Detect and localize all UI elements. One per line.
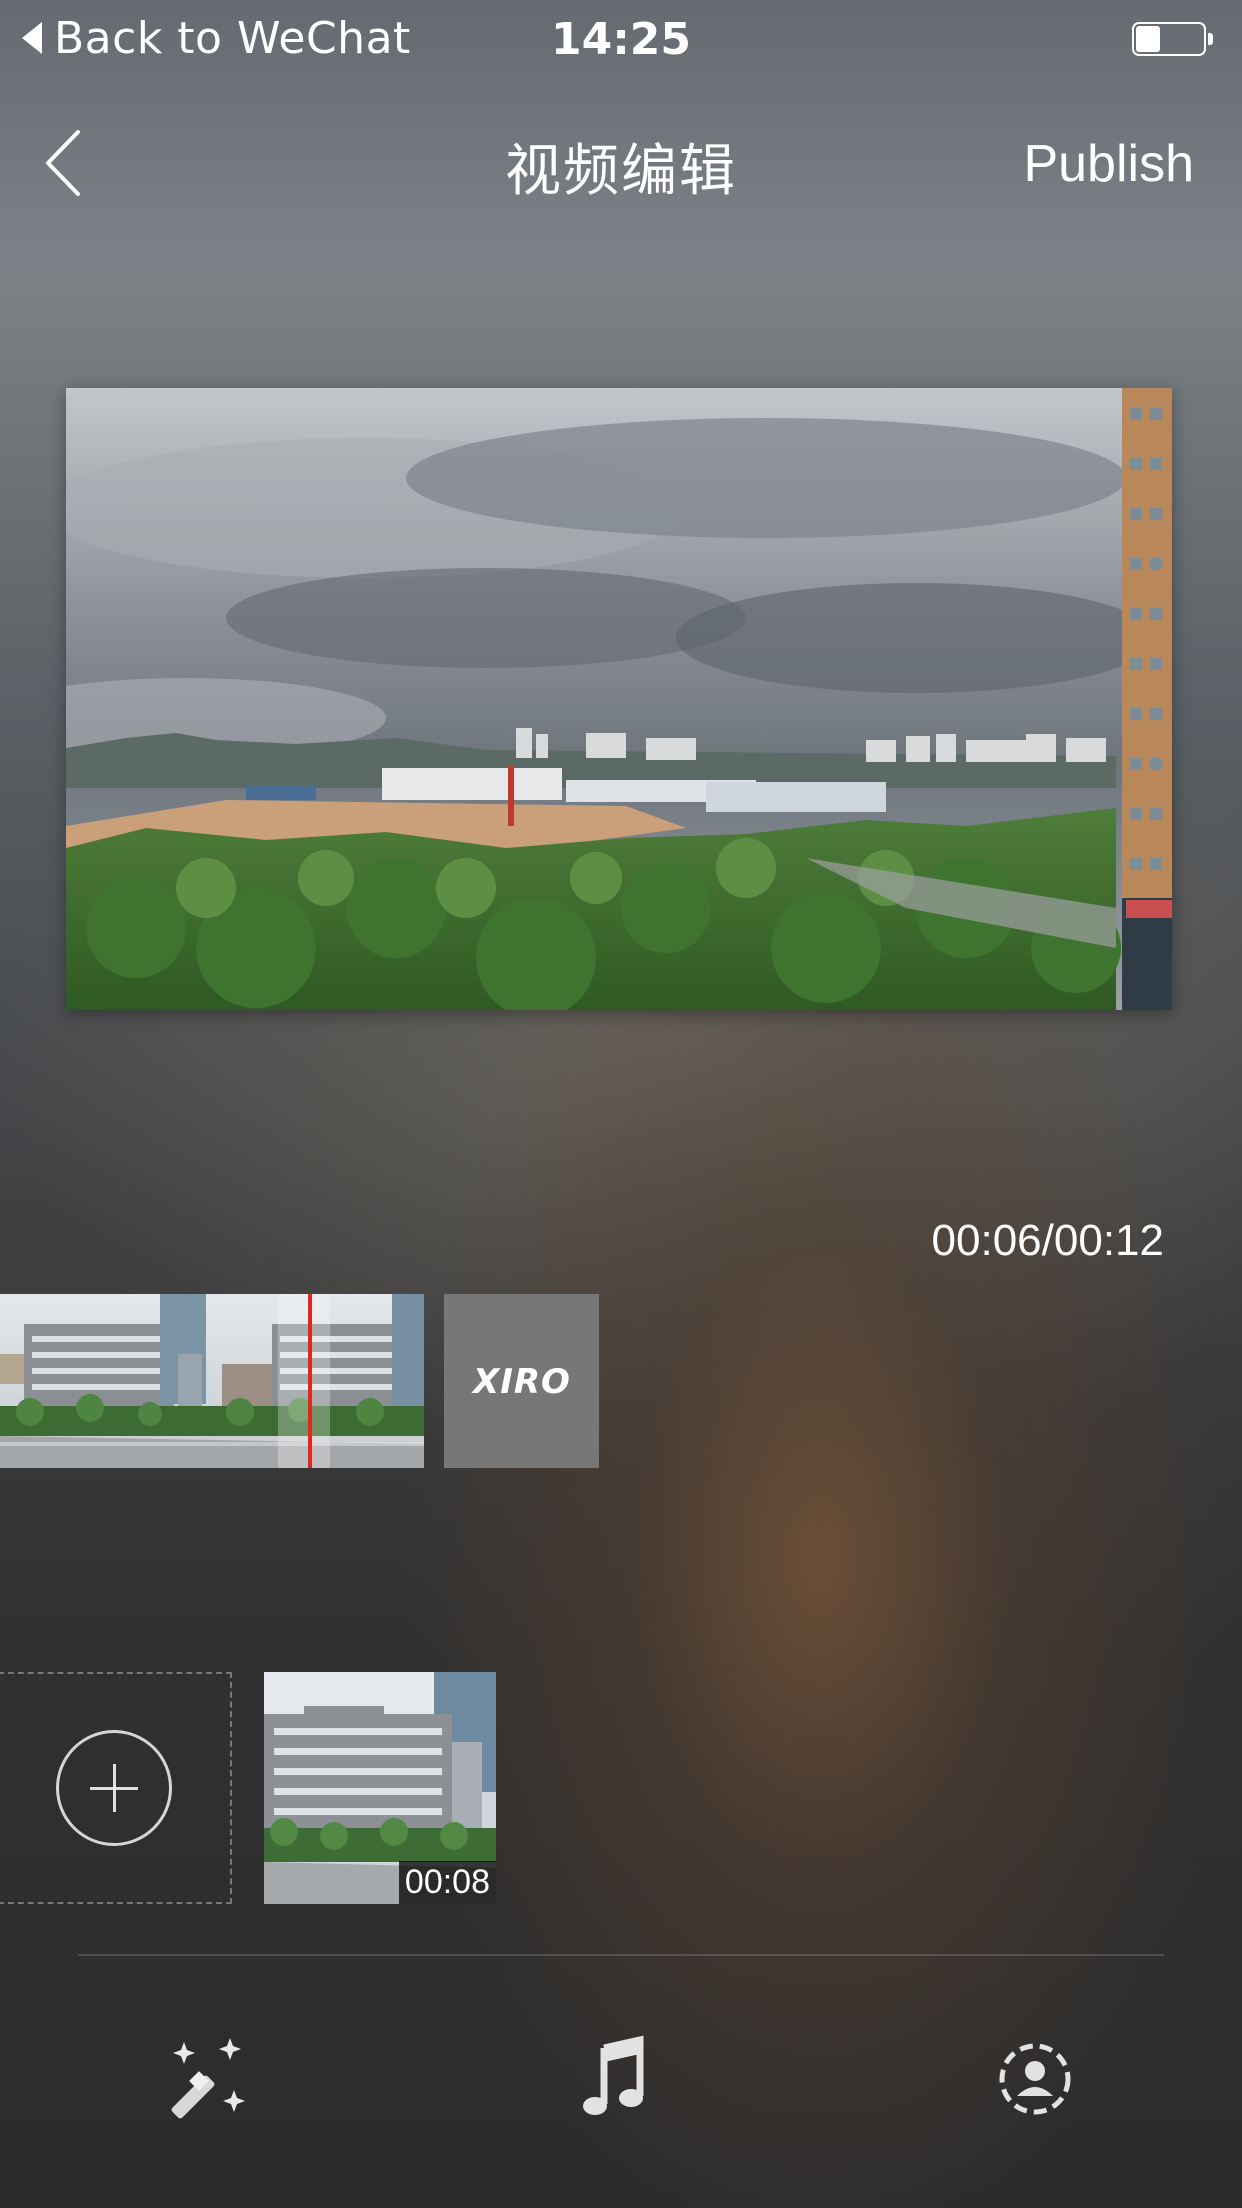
playhead-highlight [278,1294,330,1468]
clip-thumbnail[interactable]: 00:08 [264,1672,496,1904]
avatar-icon [999,2043,1071,2115]
svg-text:XIRO: XIRO [471,1362,571,1401]
avatar-button[interactable] [990,2034,1080,2124]
battery-icon [1132,22,1214,60]
music-button[interactable] [574,2034,664,2124]
clip-duration: 00:08 [398,1861,496,1904]
video-preview[interactable] [66,388,1172,1010]
plus-circle-icon [56,1730,172,1846]
playhead[interactable] [308,1294,312,1468]
publish-button[interactable]: Publish [1023,134,1194,194]
playback-timecode: 00:06/00:12 [931,1216,1164,1265]
timeline-end-clip[interactable]: XIRO [444,1294,599,1468]
video-frame-image [66,388,1172,1010]
status-time: 14:25 [550,14,692,65]
xiro-logo-icon: XIRO [471,1362,571,1401]
status-bar: Back to WeChat 14:25 [0,0,1242,80]
timeline-clip-strip[interactable] [0,1294,424,1468]
add-clip-button[interactable] [0,1672,232,1904]
magic-wand-icon [171,2038,245,2119]
timeline-frames-image [0,1294,424,1468]
music-note-icon [583,2035,644,2115]
effects-button[interactable] [162,2034,252,2124]
toolbar-divider [78,1954,1164,1956]
